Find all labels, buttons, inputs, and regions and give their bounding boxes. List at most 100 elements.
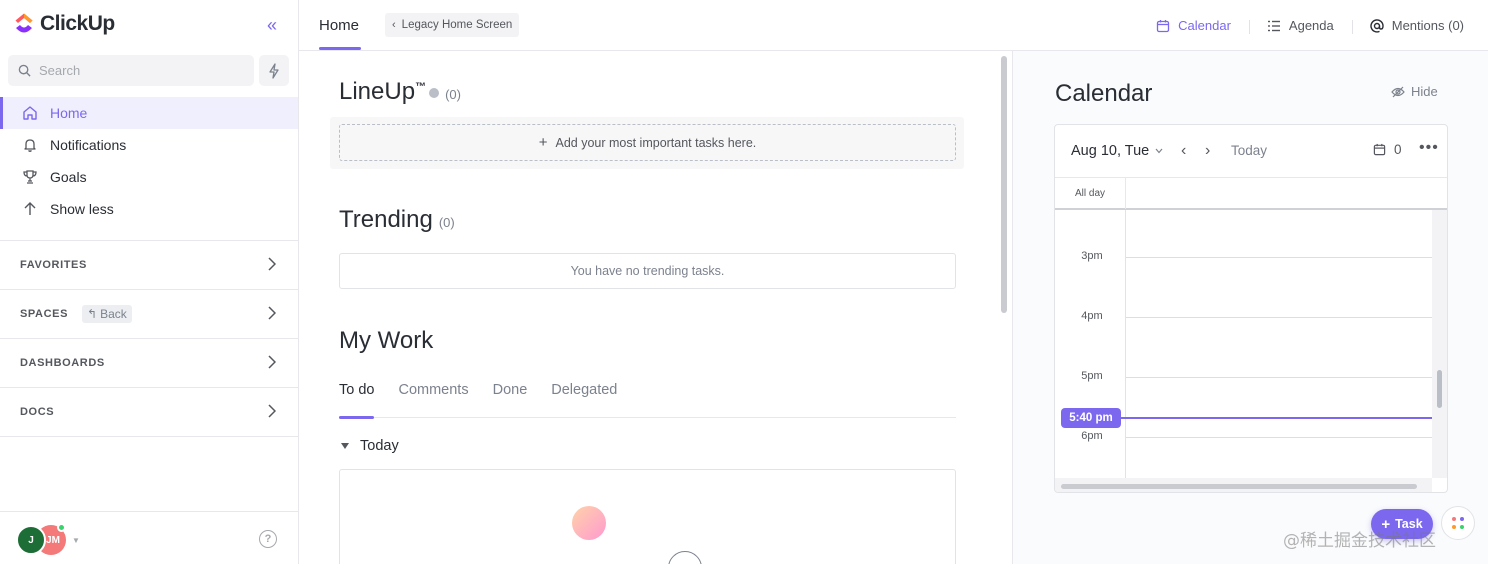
bell-icon	[22, 137, 38, 153]
date-picker-button[interactable]: Aug 10, Tue	[1071, 143, 1163, 159]
calendar-horizontal-scrollbar[interactable]	[1055, 478, 1432, 492]
current-time-badge: 5:40 pm	[1061, 408, 1121, 428]
chevron-right-icon	[268, 404, 276, 418]
section-label: SPACES	[20, 308, 69, 320]
agenda-view-button[interactable]: Agenda	[1248, 18, 1352, 34]
agenda-label: Agenda	[1288, 18, 1334, 33]
hour-label: 4pm	[1081, 310, 1103, 322]
section-dashboards[interactable]: DASHBOARDS	[0, 338, 298, 387]
sidebar-nav: Home Notifications Goals Show less	[0, 97, 298, 225]
at-sign-icon	[1370, 18, 1384, 33]
section-spaces[interactable]: SPACES ↰ Back	[0, 289, 298, 338]
more-options-icon[interactable]: •••	[1419, 139, 1439, 157]
my-work-title: My Work	[339, 327, 433, 355]
list-icon	[1267, 20, 1280, 31]
today-group-header[interactable]: Today	[340, 438, 399, 454]
calendar-grid[interactable]: 3pm 4pm 5pm 6pm 5:40 pm	[1055, 210, 1447, 478]
my-work-title-text: My Work	[339, 327, 434, 354]
calendar-panel: Calendar Hide Aug 10, Tue ‹ › Today 0 ••…	[1012, 51, 1488, 564]
calendar-icon	[1157, 19, 1170, 32]
section-label: DOCS	[20, 406, 55, 418]
tab-home[interactable]: Home	[319, 17, 359, 34]
trophy-icon	[22, 169, 38, 185]
mentions-label: Mentions (0)	[1391, 18, 1464, 33]
clickup-logo[interactable]: ClickUp	[14, 12, 115, 36]
legacy-home-button[interactable]: ‹ Legacy Home Screen	[385, 13, 520, 37]
spaces-back-button[interactable]: ↰ Back	[82, 305, 132, 323]
sidebar-item-show-less[interactable]: Show less	[0, 193, 298, 225]
clickup-logo-icon	[15, 13, 33, 33]
scrollbar-thumb[interactable]	[1437, 370, 1442, 408]
decorative-blob	[572, 506, 606, 540]
arrow-up-icon	[22, 201, 38, 217]
trending-empty-text: You have no trending tasks.	[570, 264, 725, 278]
calendar-view-button[interactable]: Calendar	[1138, 18, 1249, 33]
tab-to-do[interactable]: To do	[339, 381, 375, 419]
tab-comments[interactable]: Comments	[398, 381, 468, 418]
hour-label: 6pm	[1081, 430, 1103, 442]
sidebar-footer: J JM ▼ ?	[0, 511, 298, 564]
sidebar-item-label: Show less	[50, 201, 114, 217]
sidebar-item-notifications[interactable]: Notifications	[0, 129, 298, 161]
calendar-panel-title: Calendar	[1055, 80, 1153, 107]
today-button[interactable]: Today	[1231, 143, 1267, 158]
section-docs[interactable]: DOCS	[0, 387, 298, 437]
apps-button[interactable]	[1441, 506, 1475, 540]
hour-line	[1126, 377, 1432, 378]
caret-down-icon	[341, 443, 349, 449]
calendar-vertical-scrollbar[interactable]	[1432, 210, 1447, 478]
previous-day-button[interactable]: ‹	[1181, 142, 1186, 160]
event-count[interactable]: 0	[1373, 142, 1402, 157]
sidebar-item-goals[interactable]: Goals	[0, 161, 298, 193]
logo-text: ClickUp	[40, 12, 115, 35]
hour-label: 3pm	[1081, 250, 1103, 262]
section-favorites[interactable]: FAVORITES	[0, 240, 298, 289]
all-day-row: All day	[1055, 177, 1447, 210]
current-time-line	[1121, 417, 1433, 419]
hide-label: Hide	[1411, 84, 1438, 99]
tab-done[interactable]: Done	[493, 381, 528, 418]
apps-grid-icon	[1452, 517, 1464, 529]
search-box[interactable]	[8, 55, 254, 86]
main-scrollbar[interactable]	[1001, 56, 1007, 313]
chevron-right-icon	[268, 355, 276, 369]
caret-down-icon[interactable]: ▼	[72, 536, 80, 545]
avatar[interactable]: J	[16, 525, 46, 555]
next-day-button[interactable]: ›	[1205, 142, 1210, 160]
scrollbar-thumb[interactable]	[1061, 484, 1417, 489]
quick-action-button[interactable]	[259, 55, 289, 86]
sidebar-item-label: Notifications	[50, 137, 127, 153]
calendar-widget: Aug 10, Tue ‹ › Today 0 ••• All day 3pm	[1054, 124, 1448, 493]
sidebar-item-home[interactable]: Home	[0, 97, 298, 129]
mentions-view-button[interactable]: Mentions (0)	[1351, 18, 1464, 34]
my-work-tabs: To do Comments Done Delegated	[339, 381, 956, 419]
search-input[interactable]	[39, 63, 239, 78]
trending-count: (0)	[438, 215, 455, 230]
help-icon[interactable]: ?	[259, 530, 277, 548]
lineup-add-text: Add your most important tasks here.	[555, 135, 757, 150]
clock-illustration-icon	[668, 551, 702, 564]
hour-line	[1126, 437, 1432, 438]
plus-icon: +	[538, 134, 548, 151]
today-group-label: Today	[360, 438, 399, 454]
view-switcher: Calendar Agenda Mentions (0)	[1138, 0, 1464, 51]
lightning-icon	[269, 62, 279, 79]
lineup-title: LineUp™ (0)	[339, 78, 461, 106]
event-count-value: 0	[1394, 142, 1402, 157]
trending-title: Trending (0)	[339, 206, 455, 234]
info-icon[interactable]	[429, 87, 440, 98]
watermark-text: @稀土掘金技术社区	[1283, 531, 1436, 551]
eye-off-icon	[1391, 86, 1405, 97]
add-lineup-task-button[interactable]: + Add your most important tasks here.	[339, 124, 956, 161]
today-empty-card	[339, 469, 956, 564]
all-day-label: All day	[1055, 178, 1126, 209]
calendar-header: Aug 10, Tue ‹ › Today 0 •••	[1055, 125, 1447, 177]
lineup-count: (0)	[445, 87, 461, 102]
chevron-down-icon	[1155, 148, 1163, 154]
hide-calendar-button[interactable]: Hide	[1391, 84, 1438, 99]
search-icon	[18, 64, 31, 77]
chevron-left-icon: ‹	[392, 19, 396, 31]
collapse-sidebar-icon[interactable]: «	[262, 15, 282, 35]
tab-delegated[interactable]: Delegated	[551, 381, 617, 418]
hour-label: 5pm	[1081, 370, 1103, 382]
